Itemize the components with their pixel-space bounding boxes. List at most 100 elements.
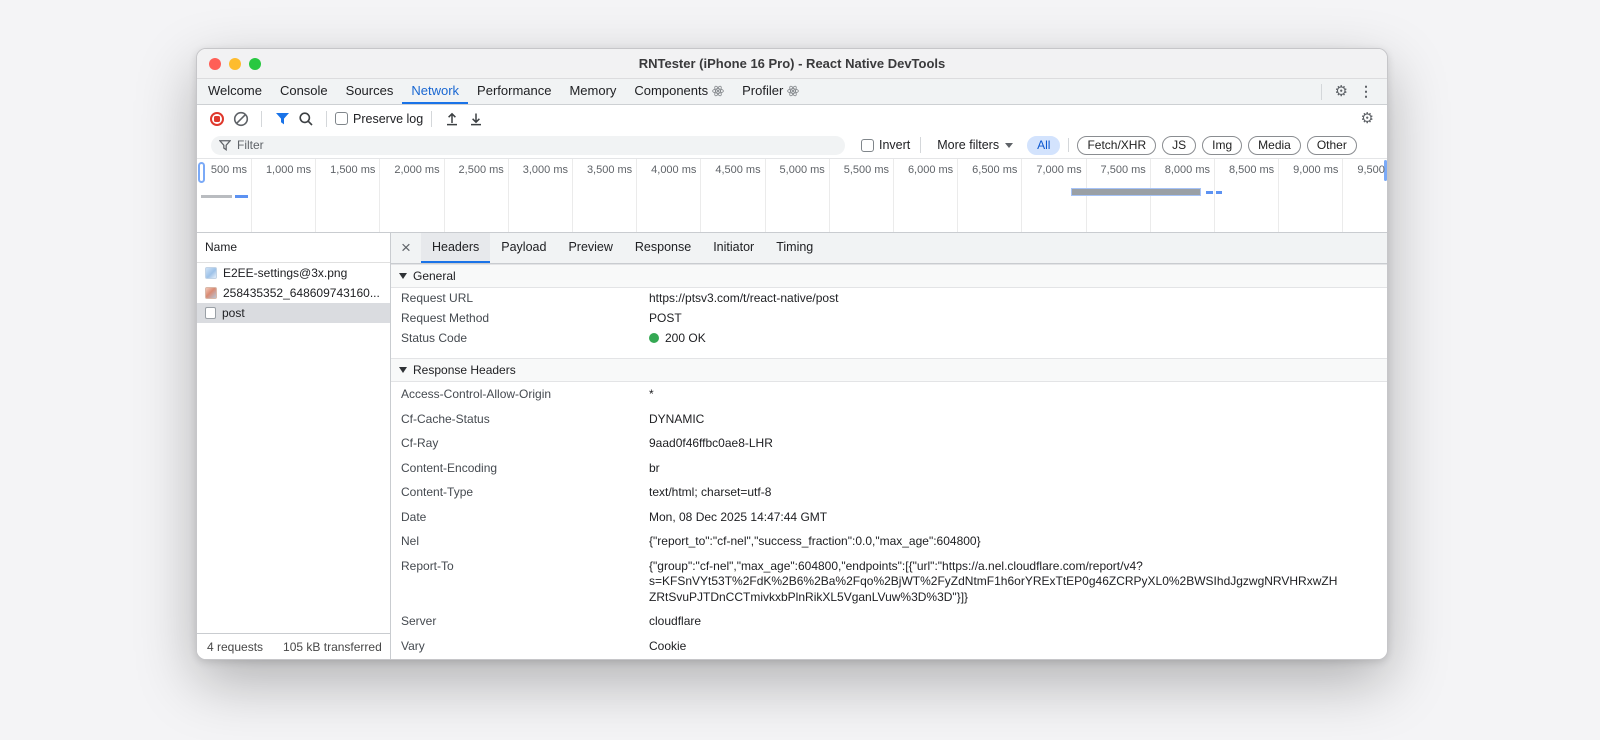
section-header-response[interactable]: Response Headers: [391, 358, 1387, 382]
filter-chip-all[interactable]: All: [1027, 135, 1061, 155]
detail-tab-headers[interactable]: Headers: [421, 233, 491, 263]
header-name: Request Method: [401, 311, 490, 325]
filter-chip-other[interactable]: Other: [1306, 135, 1357, 155]
filter-toggle-button[interactable]: [270, 107, 294, 131]
filter-chip-js[interactable]: JS: [1162, 135, 1197, 155]
section-header-general[interactable]: General: [391, 264, 1387, 288]
react-atom-icon: [787, 85, 800, 96]
header-row: Server cloudflare: [391, 609, 1387, 634]
resource-type-chips: All Fetch/XHR JS Img Media Other: [1027, 135, 1357, 155]
window-titlebar[interactable]: RNTester (iPhone 16 Pro) - React Native …: [197, 49, 1387, 79]
window-title: RNTester (iPhone 16 Pro) - React Native …: [638, 56, 946, 71]
header-name: Content-Encoding: [401, 460, 498, 475]
detail-tab-response[interactable]: Response: [624, 233, 702, 263]
tab-label: Network: [411, 83, 460, 98]
timeline-tick-label: 4,000 ms: [651, 164, 697, 176]
filter-funnel-icon: [275, 112, 289, 124]
network-toolbar: Preserve log ⚙: [197, 105, 1387, 132]
tab-label: Profiler: [742, 83, 784, 98]
settings-gear-icon[interactable]: ⚙: [1330, 84, 1353, 99]
tab-network[interactable]: Network: [402, 79, 469, 104]
network-settings-gear-icon[interactable]: ⚙: [1356, 111, 1379, 126]
more-options-kebab-icon[interactable]: ⋮: [1353, 83, 1379, 100]
timeline-tick-label: 7,000 ms: [1036, 164, 1082, 176]
request-name: post: [222, 306, 245, 320]
image-blue-icon: [205, 267, 217, 279]
stop-recording-button[interactable]: [205, 107, 229, 131]
main-tabs: Welcome Console Sources Network Performance M…: [197, 79, 808, 104]
headers-panel: General Request URL https://ptsv3.com/t/re…: [391, 264, 1387, 659]
section-title: General: [413, 269, 456, 283]
tab-label: Memory: [569, 83, 617, 98]
waterfall-bar-1: [234, 195, 249, 198]
tab-performance[interactable]: Performance: [468, 79, 560, 104]
timeline-tick-label: 2,000 ms: [394, 164, 440, 176]
header-name: Status Code: [401, 331, 468, 345]
document-icon: [205, 307, 216, 319]
tab-components[interactable]: Components: [625, 79, 733, 104]
tab-welcome[interactable]: Welcome: [199, 79, 271, 104]
header-row: Nel {"report_to":"cf-nel","success_fracti…: [391, 529, 1387, 554]
minimize-window-button[interactable]: [229, 58, 241, 70]
request-row[interactable]: post: [197, 303, 390, 323]
tab-console[interactable]: Console: [271, 79, 337, 104]
import-har-button[interactable]: [464, 107, 488, 131]
timeline-tick-label: 4,500 ms: [715, 164, 761, 176]
header-row: Cf-Ray 9aad0f46ffbc0ae8-LHR: [391, 431, 1387, 456]
clear-network-log-button[interactable]: [229, 107, 253, 131]
timeline-tick-label: 8,500 ms: [1228, 164, 1275, 176]
export-har-button[interactable]: [440, 107, 464, 131]
tab-profiler[interactable]: Profiler: [733, 79, 808, 104]
preserve-log-label: Preserve log: [353, 111, 424, 126]
detail-tab-payload[interactable]: Payload: [490, 233, 557, 263]
filter-input[interactable]: Filter: [211, 135, 845, 155]
tab-label: Components: [634, 83, 709, 98]
header-value: 9aad0f46ffbc0ae8-LHR: [649, 436, 773, 450]
request-detail-pane: × Headers Payload Preview Response Initiator…: [391, 233, 1387, 659]
name-column-header[interactable]: Name: [197, 233, 390, 263]
tab-memory[interactable]: Memory: [560, 79, 625, 104]
timeline-tick-label: 1,500 ms: [330, 164, 376, 176]
header-value: Cookie: [649, 638, 687, 653]
header-name: Request URL: [401, 291, 474, 305]
filter-chip-fetchxhr[interactable]: Fetch/XHR: [1077, 135, 1157, 155]
detail-tab-initiator[interactable]: Initiator: [702, 233, 765, 263]
filter-chip-media[interactable]: Media: [1248, 135, 1301, 155]
zoom-window-button[interactable]: [249, 58, 261, 70]
close-detail-button[interactable]: ×: [391, 233, 421, 263]
close-icon: ×: [401, 238, 411, 257]
preserve-log-checkbox[interactable]: [335, 112, 348, 125]
header-name: Access-Control-Allow-Origin: [401, 387, 552, 401]
divider: [431, 110, 433, 127]
divider: [1068, 138, 1070, 152]
header-row: Access-Control-Allow-Origin *: [391, 382, 1387, 407]
request-row[interactable]: E2EE-settings@3x.png: [197, 263, 390, 283]
divider: [326, 110, 327, 127]
header-value: Mon, 08 Dec 2025 14:47:44 GMT: [649, 509, 828, 524]
network-overview-timeline[interactable]: 500 ms 1,000 ms 1,500 ms 2,000 ms 2,500 ms 3,…: [197, 159, 1387, 233]
header-row: Request Method POST: [391, 308, 1387, 328]
invert-checkbox[interactable]: [861, 138, 874, 152]
header-row: Vary Cookie: [391, 634, 1387, 659]
triangle-down-icon: [399, 273, 407, 279]
tab-label: Welcome: [208, 83, 262, 98]
more-filters-dropdown[interactable]: More filters: [931, 138, 1019, 152]
timeline-tick-label: 500 ms: [210, 164, 247, 176]
close-window-button[interactable]: [209, 58, 221, 70]
timeline-tick-label: 5,500 ms: [843, 164, 889, 176]
header-name: Nel: [401, 534, 420, 548]
detail-tab-preview[interactable]: Preview: [557, 233, 623, 263]
search-button[interactable]: [294, 107, 318, 131]
request-row[interactable]: 258435352_648609743160...: [197, 283, 390, 303]
detail-tab-timing[interactable]: Timing: [765, 233, 824, 263]
detail-tabs: Headers Payload Preview Response Initiator Ti…: [421, 233, 824, 263]
header-row: Cf-Cache-Status DYNAMIC: [391, 407, 1387, 432]
more-filters-label: More filters: [937, 138, 1000, 152]
filter-chip-img[interactable]: Img: [1202, 135, 1243, 155]
timeline-tick-label: 3,500 ms: [586, 164, 633, 176]
header-value: text/html; charset=utf-8: [649, 485, 772, 499]
tab-sources[interactable]: Sources: [337, 79, 403, 104]
header-row: Content-Type text/html; charset=utf-8: [391, 480, 1387, 505]
timeline-tick-label: 1,000 ms: [265, 164, 312, 176]
